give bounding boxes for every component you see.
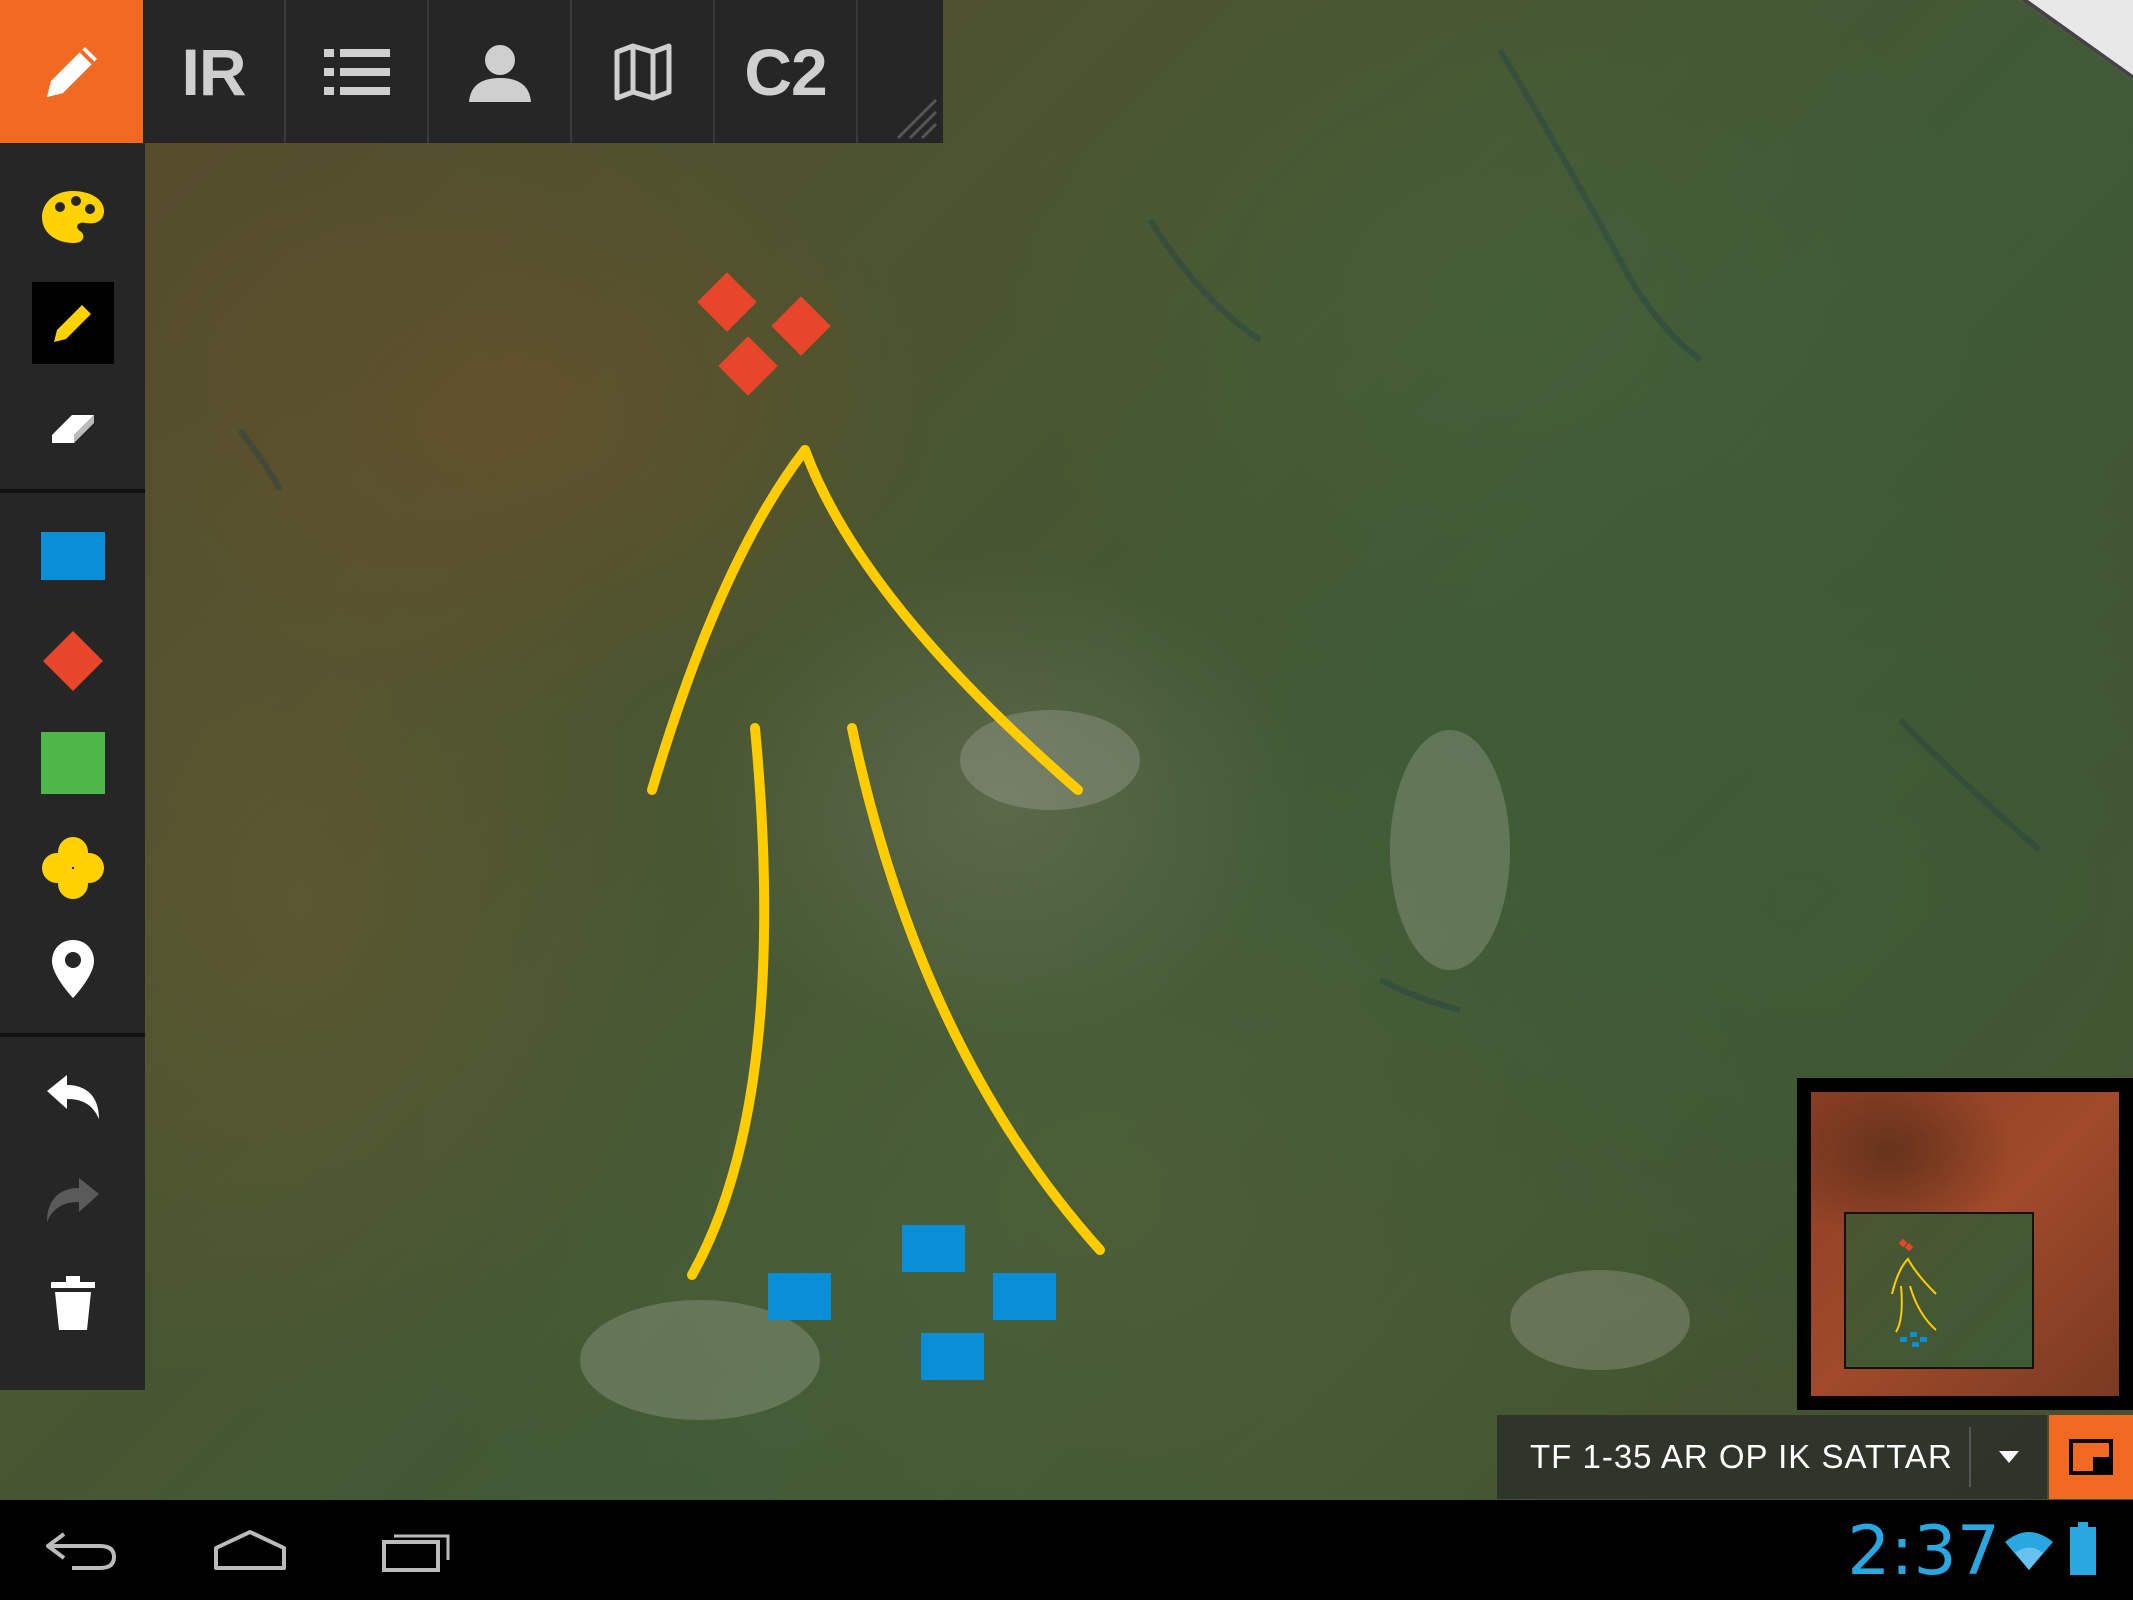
overview-minimap[interactable] (1797, 1078, 2133, 1410)
recent-apps-icon (382, 1534, 450, 1572)
redo-icon (46, 1178, 99, 1222)
top-toolbar: IR C2 (0, 0, 943, 143)
pencil-tool[interactable] (0, 273, 145, 373)
yellow-clover-icon (41, 837, 104, 899)
enemy-diamond-marker (718, 336, 778, 396)
tab-c2[interactable]: C2 (715, 0, 858, 143)
drawing-tools-sidebar (0, 143, 145, 1390)
blue-rectangle-tool[interactable] (0, 506, 145, 606)
red-diamond-tool[interactable] (0, 611, 145, 711)
sidebar-divider (0, 1033, 145, 1037)
friendly-rect-marker (993, 1273, 1056, 1320)
picture-in-picture-icon (2069, 1439, 2113, 1475)
layer-dropdown-value: TF 1-35 AR OP IK SATTAR (1530, 1438, 1953, 1475)
selected-tool-highlight (31, 282, 114, 364)
tab-ir[interactable]: IR (143, 0, 286, 143)
back-button[interactable] (22, 1520, 142, 1580)
tab-c2-label: C2 (744, 34, 827, 109)
home-button[interactable] (190, 1520, 310, 1580)
arrow-shaft-left-stroke (687, 723, 770, 1280)
dropdown-toggle[interactable] (1968, 1427, 2047, 1487)
sidebar-divider (0, 489, 145, 493)
redo-button[interactable] (0, 1151, 145, 1251)
undo-icon (46, 1075, 99, 1119)
tab-list[interactable] (286, 0, 429, 143)
map-icon (614, 43, 671, 100)
arrow-head-left-stroke (647, 445, 810, 795)
palette-icon (41, 191, 104, 243)
page-curl-corner (2020, 0, 2133, 80)
yellow-clover-tool[interactable] (0, 818, 145, 918)
eraser-tool[interactable] (0, 379, 145, 479)
back-arrow-icon (46, 1532, 117, 1570)
list-icon (323, 48, 390, 95)
map-pin-icon (51, 940, 94, 998)
friendly-rect-marker (902, 1225, 965, 1272)
tab-ir-label: IR (181, 34, 247, 109)
blue-rectangle-icon (40, 532, 105, 580)
recent-apps-button[interactable] (358, 1520, 478, 1580)
enemy-unit-markers (697, 272, 831, 396)
chevron-down-icon (1998, 1451, 2019, 1463)
friendly-rect-marker (921, 1333, 984, 1380)
minimap-toggle-button[interactable] (2049, 1415, 2133, 1499)
green-square-tool[interactable] (0, 713, 145, 813)
tab-map[interactable] (572, 0, 715, 143)
resize-grip-icon (896, 98, 938, 140)
trash-icon (50, 1276, 95, 1330)
drawn-arrow-annotation (647, 445, 1105, 1280)
layer-dropdown[interactable]: TF 1-35 AR OP IK SATTAR (1497, 1415, 2047, 1499)
status-clock: 2:37 (1847, 1511, 2000, 1591)
minimap-viewport[interactable] (1844, 1212, 2034, 1369)
home-icon (214, 1530, 286, 1570)
red-diamond-icon (42, 631, 103, 691)
undo-button[interactable] (0, 1048, 145, 1148)
map-pin-tool[interactable] (0, 919, 145, 1019)
palette-tool[interactable] (0, 167, 145, 267)
wifi-icon (2005, 1532, 2053, 1570)
green-square-icon (40, 732, 105, 794)
minimap-annotations (1891, 1238, 1937, 1347)
eraser-icon (51, 415, 94, 443)
pencil-icon (53, 305, 91, 342)
minimap-image (1811, 1092, 2119, 1396)
enemy-diamond-marker (697, 272, 757, 332)
battery-icon (2070, 1522, 2096, 1575)
friendly-rect-marker (768, 1273, 831, 1320)
delete-button[interactable] (0, 1253, 145, 1353)
tab-person[interactable] (429, 0, 572, 143)
toolbar-resize-handle[interactable] (858, 0, 943, 143)
system-navigation-bar: 2:37 (0, 1500, 2133, 1600)
person-icon (468, 44, 531, 102)
pencil-icon (46, 46, 97, 97)
tab-draw[interactable] (0, 0, 143, 143)
enemy-diamond-marker (771, 296, 831, 356)
